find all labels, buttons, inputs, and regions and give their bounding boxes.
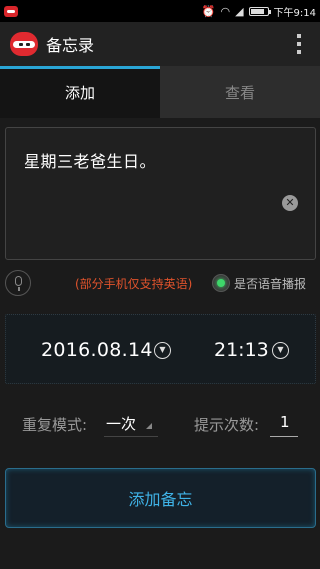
tab-bar: 添加 查看 <box>0 66 320 118</box>
memo-text-field[interactable]: 星期三老爸生日。 ✕ <box>5 127 316 260</box>
tab-view-label: 查看 <box>224 83 255 102</box>
repeat-settings-row: 重复模式: 一次 提示次数: 1 <box>0 410 320 440</box>
reminder-count-underline <box>270 436 298 437</box>
tab-view[interactable]: 查看 <box>160 66 320 118</box>
repeat-underline <box>104 436 158 437</box>
battery-level <box>250 8 265 14</box>
add-memo-button[interactable]: 添加备忘 <box>5 468 316 528</box>
clear-text-icon[interactable]: ✕ <box>282 195 298 211</box>
app-screen: ⏰ ◠ ◢ 下午9:14 备忘录 添加 查看 星期三老爸生日。 ✕ (部分手机仅… <box>0 0 320 569</box>
add-memo-button-label: 添加备忘 <box>128 490 193 509</box>
add-memo-panel: 星期三老爸生日。 ✕ (部分手机仅支持英语) 是否语音播报 2016.08.14… <box>0 118 320 569</box>
voice-broadcast-label: 是否语音播报 <box>234 277 307 291</box>
repeat-mode-label: 重复模式: <box>22 416 88 434</box>
app-title: 备忘录 <box>46 36 95 55</box>
time-dropdown-icon[interactable]: ▼ <box>272 342 289 359</box>
alarm-icon: ⏰ <box>201 4 216 18</box>
date-dropdown-icon[interactable]: ▼ <box>154 342 171 359</box>
tab-add-label: 添加 <box>64 83 95 102</box>
app-notification-icon <box>4 5 18 17</box>
wifi-icon: ◠ <box>220 4 231 18</box>
voice-options-row: (部分手机仅支持英语) 是否语音播报 <box>0 266 320 300</box>
status-time: 下午9:14 <box>273 7 316 19</box>
voice-broadcast-toggle[interactable] <box>212 274 230 292</box>
overflow-menu-icon[interactable] <box>296 34 302 54</box>
tab-add[interactable]: 添加 <box>0 66 160 118</box>
status-bar: ⏰ ◠ ◢ 下午9:14 <box>0 0 320 22</box>
tab-selected-indicator <box>0 66 160 69</box>
action-bar: 备忘录 <box>0 22 320 66</box>
repeat-mode-spinner[interactable]: 一次 <box>106 413 136 434</box>
battery-icon <box>248 6 271 16</box>
microphone-icon[interactable] <box>5 270 31 296</box>
status-bar-right: ⏰ ◠ ◢ 下午9:14 <box>202 4 316 19</box>
spinner-corner-icon <box>146 423 152 429</box>
memo-text: 星期三老爸生日。 <box>24 152 157 171</box>
datetime-picker: 2016.08.14 ▼ 21:13 ▼ <box>5 314 316 384</box>
voice-language-note: (部分手机仅支持英语) <box>75 277 193 291</box>
signal-icon: ◢ <box>235 4 244 18</box>
time-value[interactable]: 21:13 <box>214 339 269 361</box>
date-value[interactable]: 2016.08.14 <box>41 339 153 361</box>
ninja-logo-icon <box>10 32 38 56</box>
reminder-count-input[interactable]: 1 <box>274 413 298 431</box>
reminder-count-label: 提示次数: <box>194 416 260 434</box>
